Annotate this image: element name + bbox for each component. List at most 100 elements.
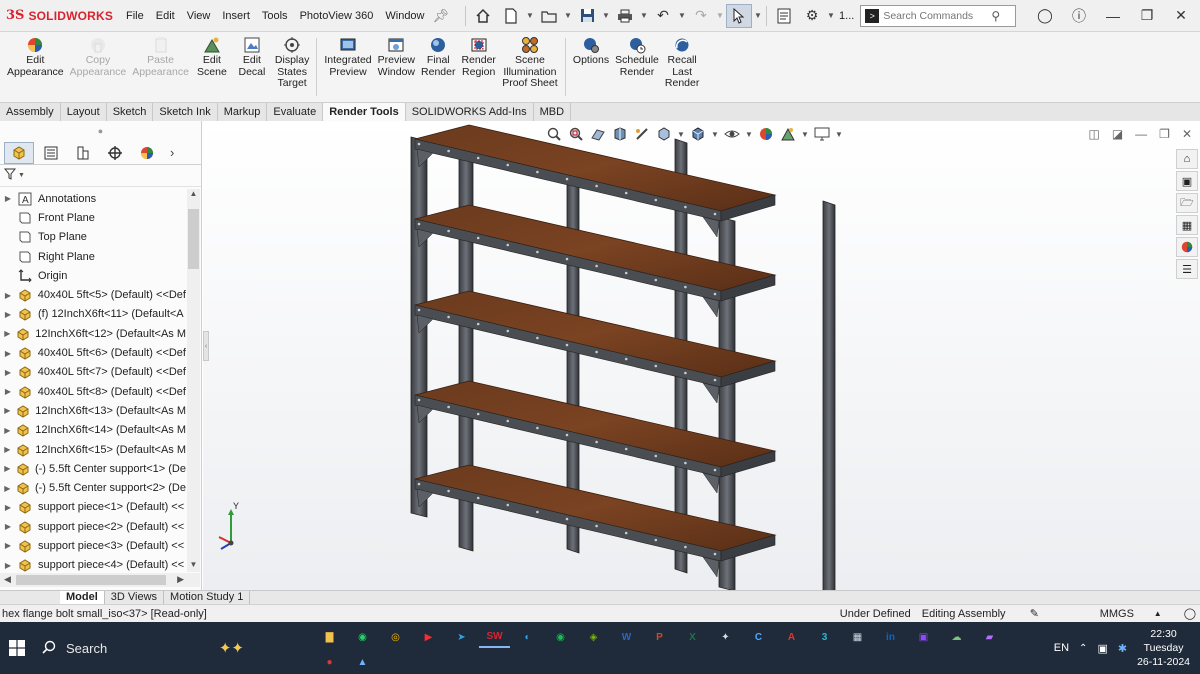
user-account-icon[interactable]: ◯ <box>1034 7 1056 24</box>
windows-start-icon[interactable] <box>0 640 34 656</box>
expand-arrow-icon[interactable]: ▶ <box>0 194 16 203</box>
expand-arrow-icon[interactable]: ▶ <box>0 349 16 358</box>
expand-arrow-icon[interactable]: ▶ <box>0 561 16 570</box>
powerpoint-icon[interactable]: P <box>644 626 675 648</box>
menu-window[interactable]: Window <box>379 10 430 22</box>
copilot-icon[interactable]: C <box>743 626 774 648</box>
record-icon[interactable]: ● <box>314 651 345 673</box>
tree-item[interactable]: ▶ support piece<4> (Default) << <box>0 556 186 572</box>
ribbon-button-preview-window[interactable]: Preview Window <box>375 32 418 78</box>
excel-icon[interactable]: X <box>677 626 708 648</box>
tree-item[interactable]: ▶ (-) 5.5ft Center support<2> (De <box>0 478 186 497</box>
photos-icon[interactable]: ▲ <box>347 651 378 673</box>
expand-arrow-icon[interactable]: ▶ <box>0 291 16 300</box>
chevron-down-icon[interactable]: ▼ <box>754 11 762 20</box>
chevron-down-icon[interactable]: ▼ <box>602 11 610 20</box>
tree-item[interactable]: ▶ 40x40L 5ft<5> (Default) <<Def <box>0 285 186 304</box>
property-manager-tab-icon[interactable] <box>36 142 66 164</box>
tree-item[interactable]: ▶ 40x40L 5ft<6> (Default) <<Def <box>0 343 186 362</box>
chevron-up-icon[interactable]: ▲ <box>1150 609 1180 618</box>
expand-arrow-icon[interactable]: ▶ <box>0 426 15 435</box>
save-icon[interactable] <box>574 4 600 28</box>
chrome-icon[interactable]: ◎ <box>380 626 411 648</box>
solidworks-logo[interactable]: 3S SOLIDWORKS <box>0 8 120 23</box>
whatsapp-icon[interactable]: ◉ <box>347 626 378 648</box>
menu-tools[interactable]: Tools <box>256 10 294 22</box>
menu-insert[interactable]: Insert <box>216 10 256 22</box>
tree-item[interactable]: ▶ 12InchX6ft<14> (Default<As M <box>0 421 186 440</box>
menu-photoview[interactable]: PhotoView 360 <box>294 10 380 22</box>
expand-arrow-icon[interactable]: ▶ <box>0 406 15 415</box>
home-icon[interactable] <box>470 4 496 28</box>
cloud-icon[interactable]: ☁ <box>941 626 972 648</box>
new-document-icon[interactable] <box>498 4 524 28</box>
redo-icon[interactable]: ↷ <box>688 4 714 28</box>
quick-access-more[interactable]: 1... <box>839 10 854 22</box>
tree-item[interactable]: Top Plane <box>0 228 186 247</box>
help-icon[interactable]: ⓘ <box>1068 6 1090 26</box>
select-pointer-icon[interactable] <box>726 3 753 28</box>
bluetooth-icon[interactable]: ✱ <box>1118 642 1127 655</box>
menu-edit[interactable]: Edit <box>150 10 181 22</box>
chevron-down-icon[interactable]: ▼ <box>564 11 572 20</box>
tree-item[interactable]: ▶ 40x40L 5ft<8> (Default) <<Def <box>0 382 186 401</box>
expand-arrow-icon[interactable]: ▶ <box>0 387 16 396</box>
chevron-down-icon[interactable]: ▼ <box>18 172 25 179</box>
panel-grip[interactable]: ● <box>0 121 201 141</box>
menu-view[interactable]: View <box>181 10 217 22</box>
chevron-down-icon[interactable]: ▼ <box>640 11 648 20</box>
spotify-icon[interactable]: ◉ <box>545 626 576 648</box>
chevron-down-icon[interactable]: ▼ <box>526 11 534 20</box>
appearances-pane-icon[interactable] <box>1176 237 1198 257</box>
camera-icon[interactable]: ▣ <box>1097 642 1107 655</box>
tab-evaluate[interactable]: Evaluate <box>267 103 324 122</box>
configuration-manager-tab-icon[interactable] <box>68 142 98 164</box>
minimize-icon[interactable]: — <box>1102 8 1124 24</box>
scroll-thumb[interactable] <box>188 209 199 269</box>
tab-sketch-ink[interactable]: Sketch Ink <box>153 103 218 122</box>
print-icon[interactable] <box>612 4 638 28</box>
shelf-rack-model[interactable] <box>203 121 1200 590</box>
expand-arrow-icon[interactable]: ▶ <box>0 464 15 473</box>
menu-file[interactable]: File <box>120 10 150 22</box>
ribbon-button-proof-sheet[interactable]: Scene Illumination Proof Sheet <box>499 32 561 90</box>
expand-arrow-icon[interactable]: ▶ <box>0 522 16 531</box>
ribbon-button-render-region[interactable]: Render Region <box>458 32 498 78</box>
ribbon-button-recall-render[interactable]: Recall Last Render <box>662 32 702 90</box>
tree-item[interactable]: ▶ support piece<3> (Default) << <box>0 536 186 555</box>
tab-solidworks-add-ins[interactable]: SOLIDWORKS Add-Ins <box>406 103 534 122</box>
solidworks-taskbar-icon[interactable]: SW <box>479 626 510 648</box>
linkedin-icon[interactable]: in <box>875 626 906 648</box>
tab-layout[interactable]: Layout <box>61 103 107 122</box>
language-indicator[interactable]: EN <box>1054 642 1069 654</box>
expand-arrow-icon[interactable]: ▶ <box>0 329 15 338</box>
search-commands-box[interactable]: > ⚲ <box>860 4 1017 27</box>
ribbon-button-display-states[interactable]: Display States Target <box>272 32 312 90</box>
tree-item[interactable]: Origin <box>0 266 186 285</box>
tree-item[interactable]: ▶ (f) 12InchX6ft<11> (Default<A <box>0 305 186 324</box>
ribbon-button-options[interactable]: Options <box>570 32 612 67</box>
display-manager-tab-icon[interactable] <box>132 142 162 164</box>
search-icon[interactable]: ⚲ <box>991 9 1000 23</box>
ribbon-button-schedule-render[interactable]: Schedule Render <box>612 32 662 78</box>
ribbon-button-final-render[interactable]: Final Render <box>418 32 458 78</box>
search-input[interactable] <box>883 9 992 22</box>
expand-arrow-icon[interactable]: ▶ <box>0 484 15 493</box>
status-help-icon[interactable]: ◯ <box>1180 607 1200 620</box>
dimxpert-tab-icon[interactable] <box>100 142 130 164</box>
tab-markup[interactable]: Markup <box>218 103 268 122</box>
pin-menu-icon[interactable]: 📌︎ <box>433 8 450 24</box>
tiles-icon[interactable]: ▦ <box>842 626 873 648</box>
tree-vertical-scrollbar[interactable]: ▲ ▼ <box>187 189 200 572</box>
ribbon-button-copy-appearance[interactable]: Copy Appearance <box>67 32 130 78</box>
file-explorer-icon[interactable]: ▇ <box>314 626 345 648</box>
twitch-icon[interactable]: ▣ <box>908 626 939 648</box>
ribbon-button-integrated-preview[interactable]: Integrated Preview <box>321 32 374 78</box>
ribbon-button-paste-appearance[interactable]: Paste Appearance <box>129 32 192 78</box>
taskbar-search[interactable]: Search ✦✦ <box>34 622 244 674</box>
custom-properties-icon[interactable]: ☰ <box>1176 259 1198 279</box>
graphics-area[interactable]: ‹ ▼ ▼ ▼ ▼ ▼ ◫ ◪ — ❐ ✕ ⌂ ▣ 🗁︎ ▦ ☰ Y <box>203 121 1200 590</box>
tree-item[interactable]: Front Plane <box>0 208 186 227</box>
inkscape-icon[interactable]: ✦ <box>710 626 741 648</box>
solidworks-resources-icon[interactable]: ⌂ <box>1176 149 1198 169</box>
